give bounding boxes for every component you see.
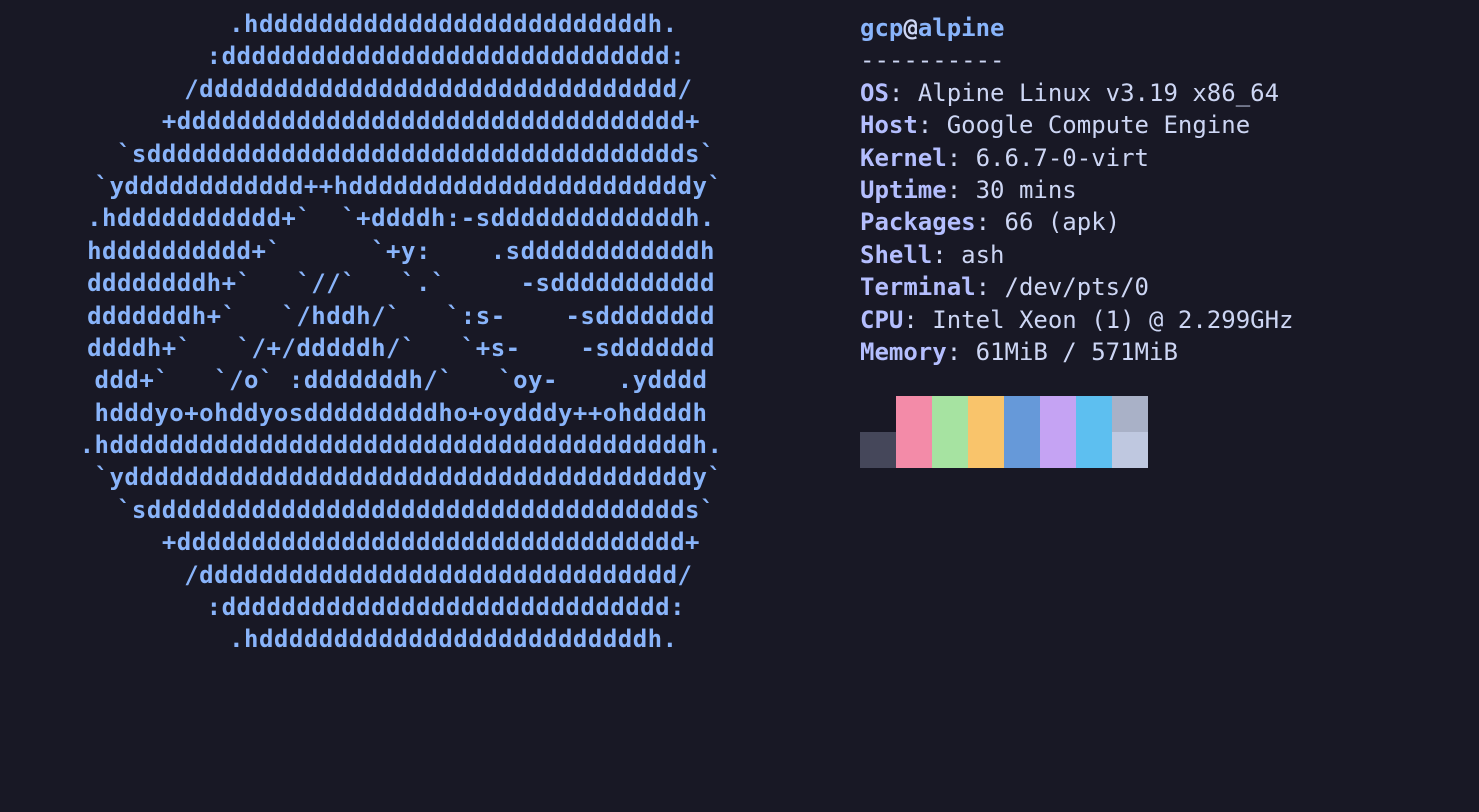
color-swatch [860, 432, 896, 468]
separator-line: ---------- [860, 44, 1294, 76]
ascii-logo: .hddddddddddddddddddddddddddh. :dddddddd… [0, 8, 800, 812]
username: gcp [860, 14, 903, 42]
info-label: Terminal [860, 273, 976, 301]
color-swatch [1076, 432, 1112, 468]
color-swatch [896, 432, 932, 468]
info-value: Alpine Linux v3.19 x86_64 [918, 79, 1279, 107]
color-swatch [1112, 396, 1148, 432]
info-label: Kernel [860, 144, 947, 172]
color-swatch [1076, 396, 1112, 432]
info-label: OS [860, 79, 889, 107]
info-line: OS: Alpine Linux v3.19 x86_64 [860, 77, 1294, 109]
color-swatch [1004, 432, 1040, 468]
info-line: Shell: ash [860, 239, 1294, 271]
color-swatch [860, 396, 896, 432]
info-label: Packages [860, 208, 976, 236]
color-palette [860, 396, 1294, 468]
color-swatch [896, 396, 932, 432]
palette-row-bright [860, 432, 1294, 468]
info-label: Memory [860, 338, 947, 366]
color-swatch [968, 396, 1004, 432]
color-swatch [932, 432, 968, 468]
info-label: Uptime [860, 176, 947, 204]
info-label: CPU [860, 306, 903, 334]
system-info-panel: gcp@alpine ---------- OS: Alpine Linux v… [800, 8, 1294, 812]
color-swatch [1112, 432, 1148, 468]
info-value: 61MiB / 571MiB [976, 338, 1178, 366]
palette-row-normal [860, 396, 1294, 432]
info-line: Host: Google Compute Engine [860, 109, 1294, 141]
info-line: CPU: Intel Xeon (1) @ 2.299GHz [860, 304, 1294, 336]
color-swatch [932, 396, 968, 432]
color-swatch [1040, 432, 1076, 468]
info-label: Host [860, 111, 918, 139]
user-host-line: gcp@alpine [860, 12, 1294, 44]
info-block: OS: Alpine Linux v3.19 x86_64Host: Googl… [860, 77, 1294, 369]
info-label: Shell [860, 241, 932, 269]
info-line: Packages: 66 (apk) [860, 206, 1294, 238]
info-value: 30 mins [976, 176, 1077, 204]
info-line: Terminal: /dev/pts/0 [860, 271, 1294, 303]
info-line: Kernel: 6.6.7-0-virt [860, 142, 1294, 174]
info-value: Intel Xeon (1) @ 2.299GHz [932, 306, 1293, 334]
color-swatch [968, 432, 1004, 468]
hostname: alpine [918, 14, 1005, 42]
info-value: Google Compute Engine [947, 111, 1250, 139]
info-value: /dev/pts/0 [1005, 273, 1150, 301]
info-line: Uptime: 30 mins [860, 174, 1294, 206]
info-line: Memory: 61MiB / 571MiB [860, 336, 1294, 368]
info-value: ash [961, 241, 1004, 269]
info-value: 6.6.7-0-virt [976, 144, 1149, 172]
info-value: 66 (apk) [1005, 208, 1121, 236]
at-symbol: @ [903, 14, 917, 42]
color-swatch [1040, 396, 1076, 432]
color-swatch [1004, 396, 1040, 432]
